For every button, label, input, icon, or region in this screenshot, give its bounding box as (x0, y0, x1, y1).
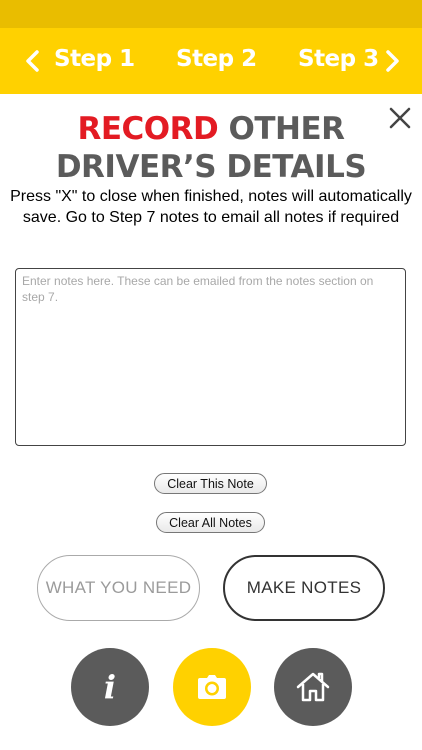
chevron-left-icon[interactable] (22, 48, 44, 74)
page-title: RECORD OTHER DRIVER’S DETAILS (0, 110, 422, 186)
camera-icon (198, 675, 226, 699)
title-line-2: DRIVER’S DETAILS (55, 149, 367, 185)
chevron-right-icon[interactable] (381, 48, 403, 74)
info-icon: i (103, 668, 117, 706)
instructions-text: Press "X" to close when finished, notes … (10, 188, 412, 226)
status-bar (0, 0, 422, 28)
step-3-link[interactable]: Step 3 (298, 46, 379, 72)
home-icon (296, 672, 330, 702)
clear-all-notes-button[interactable]: Clear All Notes (156, 512, 265, 533)
camera-button[interactable] (173, 648, 251, 726)
notes-textarea[interactable] (15, 268, 406, 446)
make-notes-button[interactable]: MAKE NOTES (223, 555, 385, 621)
clear-this-note-button[interactable]: Clear This Note (154, 473, 267, 494)
step-navigation-bar: Step 1 Step 2 Step 3 (0, 28, 422, 94)
step-2-link[interactable]: Step 2 (176, 46, 257, 72)
title-highlight: RECORD (77, 111, 219, 147)
what-you-need-button[interactable]: WHAT YOU NEED (37, 555, 200, 621)
home-button[interactable] (274, 648, 352, 726)
info-button[interactable]: i (71, 648, 149, 726)
title-line-1: OTHER (228, 111, 346, 147)
step-1-link[interactable]: Step 1 (54, 46, 135, 72)
